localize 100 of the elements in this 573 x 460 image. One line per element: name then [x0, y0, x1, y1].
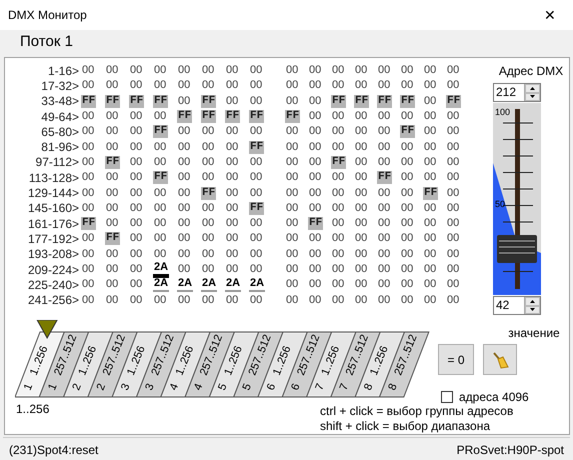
value-cell[interactable]: FF — [129, 94, 144, 108]
value-cell[interactable]: 00 — [331, 79, 346, 92]
value-cell[interactable]: 00 — [201, 125, 216, 138]
value-cell[interactable]: 00 — [400, 202, 414, 215]
value-cell[interactable]: 00 — [249, 294, 264, 307]
value-cell[interactable]: 00 — [308, 94, 322, 108]
value-cell[interactable]: 00 — [129, 232, 144, 246]
value-cell[interactable]: 00 — [129, 156, 144, 169]
value-cell[interactable]: 00 — [225, 232, 240, 246]
value-cell[interactable]: FF — [153, 171, 168, 184]
value-cell[interactable]: 00 — [177, 125, 192, 138]
value-cell[interactable]: 00 — [331, 217, 346, 230]
value-cell[interactable]: 00 — [400, 186, 414, 200]
value-cell[interactable]: 00 — [400, 140, 414, 154]
value-cell[interactable]: 00 — [400, 263, 414, 276]
value-cell[interactable]: 00 — [354, 294, 368, 307]
value-cell[interactable]: 00 — [285, 64, 300, 78]
value-cell[interactable]: 00 — [81, 186, 96, 200]
value-cell[interactable]: 00 — [225, 140, 240, 154]
value-cell[interactable]: 00 — [249, 94, 264, 108]
value-cell[interactable]: 00 — [225, 248, 240, 261]
value-cell[interactable]: 00 — [446, 79, 460, 92]
value-cell[interactable]: 00 — [446, 186, 460, 200]
value-cell[interactable]: 00 — [129, 217, 144, 230]
value-cell[interactable]: FF — [201, 186, 216, 200]
value-cell[interactable]: 00 — [308, 79, 322, 92]
value-cell[interactable]: 00 — [153, 232, 168, 246]
value-cell[interactable]: 00 — [81, 263, 96, 276]
value-cell[interactable]: 00 — [177, 248, 192, 261]
value-cell[interactable]: 00 — [423, 294, 438, 307]
value-cell[interactable]: 00 — [177, 263, 192, 276]
value-cell[interactable]: 00 — [423, 110, 438, 124]
value-cell[interactable]: 00 — [308, 232, 322, 246]
value-cell[interactable]: 00 — [423, 156, 438, 169]
value-cell[interactable]: 00 — [105, 248, 120, 261]
value-cell[interactable]: 00 — [105, 79, 120, 92]
value-cell[interactable]: 00 — [377, 232, 392, 246]
value-cell[interactable]: FF — [153, 94, 168, 108]
value-cell[interactable]: 00 — [81, 110, 96, 124]
value-cell[interactable]: 00 — [377, 156, 392, 169]
value-cell[interactable]: 00 — [249, 217, 264, 230]
value-cell[interactable]: 00 — [249, 64, 264, 78]
value-cell[interactable]: 00 — [423, 248, 438, 261]
value-cell[interactable]: 00 — [153, 110, 168, 124]
value-cell[interactable]: 00 — [354, 140, 368, 154]
value-cell[interactable]: 00 — [446, 278, 460, 292]
value-cell[interactable]: 00 — [81, 202, 96, 215]
value-cell[interactable]: 00 — [201, 202, 216, 215]
value-cell[interactable]: 00 — [446, 217, 460, 230]
value-cell[interactable]: 00 — [331, 248, 346, 261]
value-cell[interactable]: 00 — [446, 202, 460, 215]
value-cell[interactable]: 00 — [201, 79, 216, 92]
value-cell[interactable]: 00 — [400, 156, 414, 169]
value-cell[interactable]: 00 — [354, 232, 368, 246]
value-cell[interactable]: 00 — [153, 186, 168, 200]
value-cell[interactable]: FF — [105, 94, 120, 108]
value-cell[interactable]: 2A — [177, 277, 194, 292]
value-cell[interactable]: 00 — [153, 294, 168, 307]
value-cell[interactable]: 00 — [177, 64, 192, 78]
value-cell[interactable]: 00 — [105, 217, 120, 230]
value-cell[interactable]: 00 — [225, 171, 240, 184]
value-cell[interactable]: 00 — [105, 186, 120, 200]
value-cell[interactable]: 00 — [308, 202, 322, 215]
value-cell[interactable]: 00 — [225, 94, 240, 108]
value-cell[interactable]: 00 — [354, 263, 368, 276]
value-cell[interactable]: 00 — [285, 94, 300, 108]
value-cell[interactable]: 00 — [400, 248, 414, 261]
value-cell[interactable]: 00 — [129, 278, 144, 292]
value-cell[interactable]: 00 — [201, 248, 216, 261]
value-cell[interactable]: 00 — [249, 156, 264, 169]
value-cell[interactable]: 00 — [225, 186, 240, 200]
value-cell[interactable]: 2A — [153, 277, 170, 292]
value-cell[interactable]: 00 — [354, 156, 368, 169]
value-cell[interactable]: 00 — [105, 110, 120, 124]
fader-thumb[interactable] — [497, 235, 537, 264]
value-cell[interactable]: 00 — [331, 186, 346, 200]
value-cell[interactable]: FF — [400, 125, 416, 138]
value-cell[interactable]: 00 — [249, 186, 264, 200]
value-cell[interactable]: 00 — [308, 156, 322, 169]
value-cell[interactable]: 00 — [225, 263, 240, 276]
value-cell[interactable]: 00 — [331, 232, 346, 246]
value-cell[interactable]: 00 — [354, 248, 368, 261]
value-cell[interactable]: FF — [105, 232, 120, 246]
value-cell[interactable]: FF — [331, 156, 346, 169]
value-cell[interactable]: FF — [423, 186, 438, 200]
value-cell[interactable]: 00 — [423, 171, 438, 184]
value-cell[interactable]: 00 — [377, 110, 392, 124]
value-cell[interactable]: 00 — [201, 156, 216, 169]
value-cell[interactable]: 00 — [249, 248, 264, 261]
value-cell[interactable]: FF — [201, 110, 216, 124]
value-cell[interactable]: 00 — [177, 186, 192, 200]
value-cell[interactable]: 00 — [377, 278, 392, 292]
value-cell[interactable]: 00 — [177, 217, 192, 230]
value-cell[interactable]: 00 — [285, 278, 300, 292]
value-cell[interactable]: 00 — [377, 140, 392, 154]
value-cell[interactable]: 00 — [377, 217, 392, 230]
value-cell[interactable]: 00 — [225, 202, 240, 215]
value-cell[interactable]: 00 — [81, 294, 96, 307]
value-cell[interactable]: 00 — [423, 140, 438, 154]
value-cell[interactable]: 00 — [105, 294, 120, 307]
